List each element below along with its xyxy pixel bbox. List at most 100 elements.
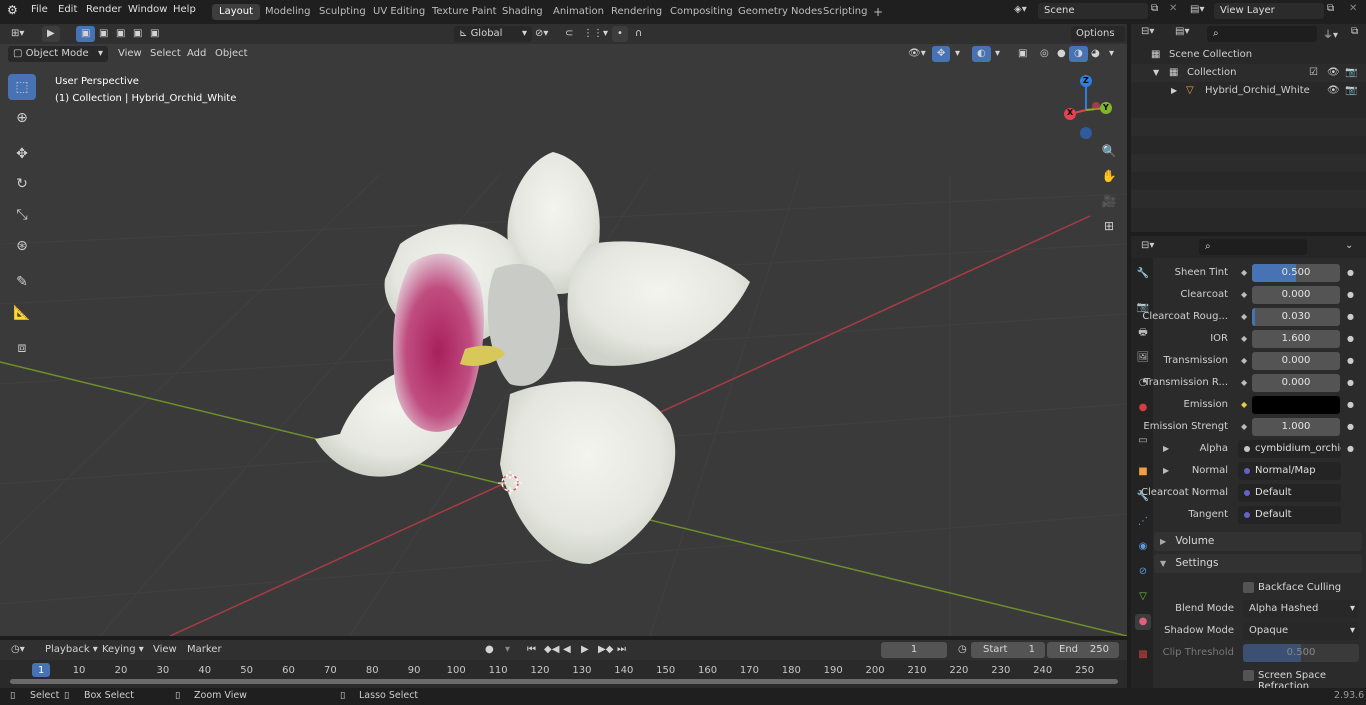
ortho-toggle-icon[interactable]: ⊞ [1099,216,1119,236]
constraints-tab-icon[interactable]: ⊘ [1135,564,1151,580]
view-layer-selector[interactable]: View Layer [1214,3,1324,19]
orientation-dropdown[interactable]: ⊾ Global ▾ [454,26,532,42]
auto-key-record-icon[interactable]: ● [480,642,499,658]
tree-row-scene-collection[interactable]: ▦ Scene Collection [1131,46,1366,64]
normal-input-link[interactable]: Normal/Map [1238,462,1341,480]
tab-rendering[interactable]: Rendering [604,4,669,20]
menu-file[interactable]: File [31,4,48,15]
preview-range-icon[interactable]: ◷ [953,642,972,658]
backface-culling-checkbox[interactable] [1243,582,1254,593]
menu-edit[interactable]: Edit [58,4,77,15]
properties-search-input[interactable]: ⌕ [1199,239,1307,255]
pan-view-icon[interactable]: ✋ [1099,166,1119,186]
menu-keying[interactable]: Keying ▾ [97,642,149,658]
menu-object[interactable]: Object [210,46,253,62]
new-scene-icon[interactable]: ⧉ [1151,3,1158,14]
view-layer-icon[interactable]: ▤▾ [1190,4,1204,15]
select-tool-icon[interactable]: ▶ [42,26,60,42]
mode-dropdown[interactable]: ▢ Object Mode ▾ [8,46,108,62]
play-reverse-icon[interactable]: ◀ [558,642,576,658]
tab-layout[interactable]: Layout [212,4,260,20]
alpha-input-link[interactable]: cymbidium_orchid_g... [1238,440,1341,458]
volume-panel-header[interactable]: ▶ Volume [1154,532,1362,551]
auto-key-dropdown-icon[interactable]: ▾ [500,642,515,658]
keyframe-dot-icon[interactable]: ● [1347,308,1355,326]
select-mode-intersect-icon[interactable]: ▣ [145,26,164,42]
ior-field[interactable]: 1.600 [1252,330,1340,348]
properties-editor-icon[interactable]: ⊟▾ [1141,240,1154,251]
outliner-editor-icon[interactable]: ⊟▾ [1141,26,1154,37]
menu-view[interactable]: View [113,46,147,62]
visibility-eye-icon[interactable]: 👁 [1327,64,1340,82]
keyframe-dot-icon[interactable]: ● [1347,264,1355,282]
tab-modeling[interactable]: Modeling [258,4,318,20]
shading-rendered-icon[interactable]: ◕ [1086,46,1105,62]
keyframe-dot-icon[interactable]: ● [1347,330,1355,348]
clearcoat-roughness-slider[interactable]: 0.030 [1252,308,1340,326]
proportional-edit-icon[interactable]: • [612,26,628,42]
keyframe-dot-icon[interactable]: ● [1347,440,1355,458]
scene-icon[interactable]: ◈▾ [1014,4,1027,15]
transmission-roughness-slider[interactable]: 0.000 [1252,374,1340,392]
tab-texture-paint[interactable]: Texture Paint [425,4,504,20]
menu-select[interactable]: Select [145,46,186,62]
gizmo-z-label[interactable]: Z [1083,76,1089,85]
render-camera-icon[interactable]: 📷 [1345,64,1357,82]
select-mode-new-icon[interactable]: ▣ [76,26,96,42]
tab-sculpting[interactable]: Sculpting [312,4,373,20]
tab-shading[interactable]: Shading [495,4,550,20]
keyframe-dot-icon[interactable]: ● [1347,374,1355,392]
tool-move-icon[interactable]: ✥ [8,141,36,167]
socket-dot-icon[interactable]: ◆ [1241,286,1249,304]
play-icon[interactable]: ▶ [576,642,594,658]
exclude-checkbox[interactable]: ☑ [1309,64,1318,82]
falloff-icon[interactable]: ∩ [630,26,647,42]
expand-toggle-icon[interactable]: ▶ [1171,82,1177,100]
new-view-layer-icon[interactable]: ⧉ [1327,3,1334,14]
menu-playback[interactable]: Playback ▾ [40,642,103,658]
screen-space-refraction-checkbox[interactable] [1243,670,1254,681]
gizmo-dropdown-icon[interactable]: ▾ [950,46,965,62]
physics-tab-icon[interactable]: ◉ [1135,539,1151,555]
delete-scene-icon[interactable]: ✕ [1169,3,1177,14]
visibility-icon[interactable]: 👁▾ [903,46,931,62]
tree-row-collection[interactable]: ▼ ▦ Collection ☑ 👁 📷 [1131,64,1366,82]
scene-selector[interactable]: Scene [1038,3,1148,19]
menu-help[interactable]: Help [173,4,196,15]
filter-icon[interactable]: ⏚▾ [1323,26,1338,41]
render-camera-icon[interactable]: 📷 [1345,82,1357,100]
tool-select-box-icon[interactable]: ⬚ [8,74,36,100]
shading-material-icon[interactable]: ◑ [1069,46,1088,62]
outliner-search-input[interactable]: ⌕ [1207,26,1317,42]
emission-color-swatch[interactable] [1252,396,1340,414]
visibility-eye-icon[interactable]: 👁 [1327,82,1340,100]
tool-add-cube-icon[interactable]: ⧈ [8,335,36,361]
pivot-icon[interactable]: ⊘▾ [530,26,553,42]
3d-viewport[interactable]: Z Y X User Perspective (1) Collection | … [0,44,1127,636]
sheen-tint-slider[interactable]: 0.500 [1252,264,1340,282]
overlay-dropdown-icon[interactable]: ▾ [990,46,1005,62]
overlay-toggle-icon[interactable]: ◐ [972,46,991,62]
clip-threshold-slider[interactable]: 0.500 [1243,644,1359,662]
gizmo-x-label[interactable]: X [1067,108,1073,117]
socket-dot-icon[interactable]: ◆ [1241,330,1249,348]
socket-dot-icon[interactable]: ◆ [1241,352,1249,370]
socket-dot-icon[interactable]: ◆ [1241,374,1249,392]
gizmo-toggle-icon[interactable]: ✥ [932,46,951,62]
blender-logo-icon[interactable]: ⚙ [7,3,18,17]
snap-target-icon[interactable]: ⋮⋮▾ [578,26,613,42]
timeline-editor-icon[interactable]: ◷▾ [6,642,30,658]
chevron-down-icon[interactable]: ⌄ [1345,240,1353,251]
camera-view-icon[interactable]: 🎥 [1099,191,1119,211]
options-dropdown[interactable]: Options ▾ [1071,26,1125,55]
keyframe-dot-icon[interactable]: ● [1347,396,1355,414]
keyframe-dot-icon[interactable]: ● [1347,286,1355,304]
tangent-input[interactable]: Default [1238,506,1341,524]
blend-mode-dropdown[interactable]: Alpha Hashed ▾ [1243,600,1359,618]
tool-measure-icon[interactable]: 📐 [8,300,36,326]
clearcoat-normal-input[interactable]: Default [1238,484,1341,502]
emission-strength-field[interactable]: 1.000 [1252,418,1340,436]
menu-window[interactable]: Window [128,4,167,15]
socket-dot-icon[interactable]: ◆ [1241,418,1249,436]
start-frame-field[interactable]: Start 1 [971,642,1045,658]
